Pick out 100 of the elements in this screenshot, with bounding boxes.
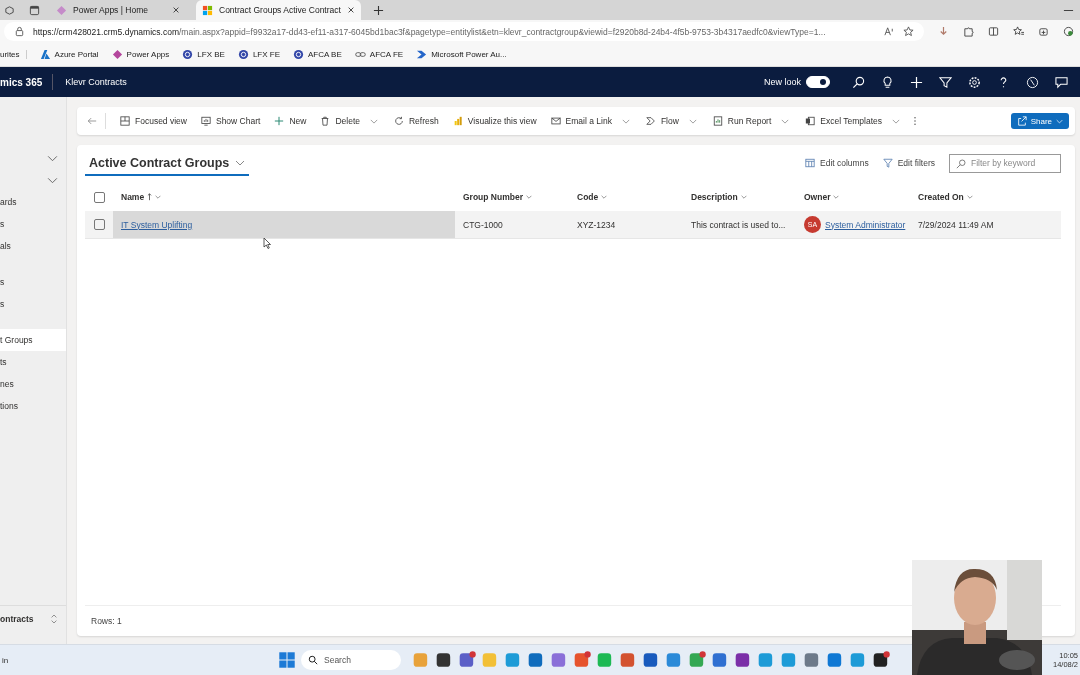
lightbulb-icon[interactable] (881, 75, 894, 89)
owner-link[interactable]: System Administrator (825, 219, 906, 230)
favorites-icon[interactable] (1013, 26, 1024, 37)
command-button[interactable]: Visualize this view (446, 109, 543, 133)
edit-columns-button[interactable]: Edit columns (805, 158, 869, 168)
bookmark-link[interactable]: LFX FE (237, 49, 280, 60)
app-name[interactable]: Klevr Contracts (65, 77, 127, 87)
nav-item[interactable]: s (0, 213, 66, 235)
command-button[interactable]: Delete (314, 109, 366, 133)
command-button[interactable]: Run Report (706, 109, 778, 133)
nav-item[interactable]: s (0, 271, 66, 293)
chevron-down-icon[interactable] (621, 118, 630, 124)
tab-actions-icon[interactable] (29, 4, 40, 16)
power-bi-icon (452, 116, 463, 126)
profile-icon[interactable] (1063, 26, 1074, 37)
read-aloud-icon[interactable] (884, 26, 895, 37)
nav-item[interactable]: nes (0, 373, 66, 395)
collections-icon[interactable] (1038, 26, 1049, 37)
close-icon[interactable] (346, 6, 355, 14)
column-header[interactable]: Description (691, 192, 747, 202)
record-link[interactable]: IT System Uplifting (121, 219, 193, 230)
row-count: Rows: 1 (91, 616, 122, 626)
chevron-down-icon[interactable] (688, 118, 697, 124)
nav-item[interactable]: tions (0, 395, 66, 417)
taskbar-app-icon[interactable] (734, 651, 752, 669)
row-checkbox[interactable] (93, 219, 105, 230)
column-header[interactable]: Code (577, 192, 608, 202)
star-icon[interactable] (903, 26, 914, 37)
command-button[interactable]: Refresh (388, 109, 445, 133)
split-screen-icon[interactable] (988, 26, 999, 37)
app-title[interactable]: mics 365 (0, 76, 43, 88)
refresh-icon (394, 116, 404, 126)
command-button[interactable]: Focused view (114, 109, 193, 133)
browser-tab[interactable]: Power Apps | Home (50, 0, 186, 20)
trash-icon (320, 116, 331, 126)
chevron-down-icon (1056, 118, 1063, 124)
chat-icon[interactable] (1055, 75, 1068, 89)
tab-title: Contract Groups Active Contract (219, 5, 341, 15)
search-icon[interactable] (852, 75, 865, 89)
lock-icon (14, 26, 25, 37)
view-selector[interactable]: Active Contract Groups (85, 150, 250, 176)
chevron-down-icon (155, 195, 162, 199)
windows-start-icon[interactable] (278, 651, 296, 669)
nav-item[interactable]: t Groups (0, 329, 66, 351)
excel-icon (805, 116, 816, 126)
chevron-logo-icon (416, 49, 428, 60)
settings-icon[interactable] (968, 75, 981, 89)
download-icon[interactable] (938, 26, 949, 37)
bookmark-link[interactable]: AFCA BE (293, 49, 342, 60)
table-cell: This contract is used to... (691, 219, 786, 230)
bookmark-link[interactable]: AFCA FE (354, 49, 404, 60)
new-tab-icon[interactable] (372, 4, 384, 16)
taskbar-search-field[interactable]: Search (301, 650, 401, 670)
command-button[interactable]: Excel Templates (799, 109, 889, 133)
chevron-down-icon[interactable] (370, 118, 378, 124)
share-button[interactable]: Share (1010, 113, 1069, 129)
nav-item[interactable]: ards (0, 191, 66, 213)
up-down-icon (50, 613, 58, 625)
chevron-down-icon[interactable] (781, 118, 790, 124)
extensions-icon[interactable] (963, 26, 974, 37)
select-all-checkbox[interactable] (93, 191, 105, 203)
bookmark-link[interactable]: Azure Portal (39, 49, 99, 60)
taskbar-app-icon[interactable] (872, 651, 890, 669)
column-header[interactable]: Owner (804, 192, 840, 202)
mouse-pointer-icon (263, 237, 271, 249)
chevron-icon[interactable] (47, 154, 58, 162)
circle-logo-icon (237, 49, 249, 60)
column-header[interactable]: Created On (918, 192, 973, 202)
command-button[interactable]: Show Chart (194, 109, 267, 133)
nav-item[interactable]: s (0, 293, 66, 315)
close-icon[interactable] (172, 6, 180, 14)
command-button[interactable]: Flow (639, 109, 685, 133)
command-button[interactable]: Email a Link (544, 109, 618, 133)
bookmark-link[interactable]: LFX BE (182, 49, 225, 60)
column-header[interactable]: Name (121, 192, 162, 202)
chevron-down-icon (235, 158, 246, 168)
edit-filters-button[interactable]: Edit filters (882, 158, 935, 168)
address-bar[interactable]: https://crm428021.crm5.dynamics.com/main.aspx?appid=f9932a17-dd43-ef11-a317-6045bd1bac3f&pagetype=entitylist&etn=klevr_contractgroup&viewid=f2920b8d-24b4-4f5b-9753-3b4317aedfc0&viewType=1... (4, 22, 924, 41)
chart-icon (200, 116, 211, 126)
plus-icon (274, 116, 285, 126)
nav-item[interactable]: als (0, 235, 66, 257)
columns-icon (805, 158, 815, 168)
bookmark-link[interactable]: Microsoft Power Au... (416, 49, 507, 60)
workspaces-icon[interactable] (4, 4, 15, 16)
area-switcher[interactable]: ontracts (0, 605, 66, 632)
new-look-toggle[interactable] (806, 76, 830, 88)
taskbar-app-icon[interactable] (435, 651, 453, 669)
filter-field[interactable]: Filter by keyword (949, 153, 1061, 173)
command-button[interactable]: New (268, 109, 313, 133)
nav-item[interactable]: ts (0, 351, 66, 373)
column-header[interactable]: Group Number (463, 192, 532, 202)
browser-tab[interactable]: Contract Groups Active Contract (196, 0, 361, 20)
table-cell: XYZ-1234 (577, 219, 616, 230)
chevron-icon[interactable] (47, 176, 58, 184)
plus-icon[interactable] (910, 75, 923, 89)
bookmark-link[interactable]: Power Apps (111, 49, 170, 60)
search-icon (308, 655, 318, 665)
circle-logo-icon (293, 49, 304, 60)
filter-icon[interactable] (939, 75, 952, 89)
chevron-down-icon[interactable] (892, 118, 901, 124)
